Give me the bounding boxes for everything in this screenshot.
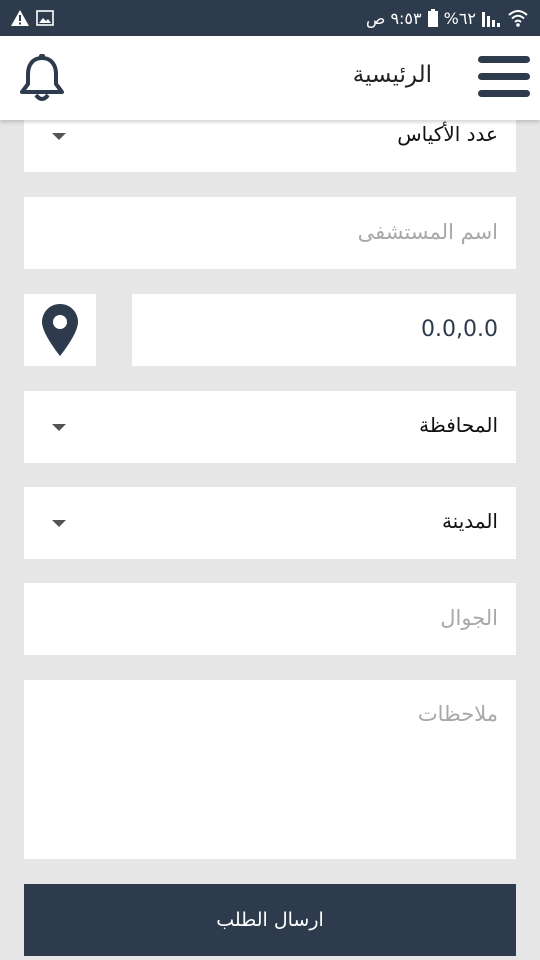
notes-placeholder: ملاحظات xyxy=(417,702,498,726)
image-icon xyxy=(36,10,54,26)
city-label: المدينة xyxy=(441,509,498,533)
status-right: ٩:٥٣ ص %٦٢ xyxy=(366,7,528,29)
clock-text: ٩:٥٣ ص xyxy=(366,8,422,28)
submit-order-button[interactable]: ارسال الطلب xyxy=(24,884,516,956)
status-bar: ٩:٥٣ ص %٦٢ xyxy=(0,0,540,36)
status-left xyxy=(10,7,54,29)
notes-textarea[interactable]: ملاحظات xyxy=(24,680,516,859)
governorate-label: المحافظة xyxy=(419,413,498,437)
chevron-down-icon xyxy=(52,133,66,140)
hospital-name-input[interactable]: اسم المستشفى xyxy=(24,197,516,269)
hamburger-menu-icon[interactable] xyxy=(476,54,534,100)
coordinates-value: 0.0,0.0 xyxy=(421,317,498,342)
bell-icon[interactable] xyxy=(18,54,66,104)
wifi-icon xyxy=(508,10,528,27)
city-dropdown[interactable]: المدينة xyxy=(24,487,516,559)
hospital-name-placeholder: اسم المستشفى xyxy=(357,220,498,244)
mobile-placeholder: الجوال xyxy=(440,606,498,630)
coordinates-field[interactable]: 0.0,0.0 xyxy=(132,294,516,366)
battery-text: %٦٢ xyxy=(443,8,476,28)
alert-icon xyxy=(11,10,29,26)
chevron-down-icon xyxy=(52,424,66,431)
app-bar: الرئيسية xyxy=(0,36,540,120)
signal-icon xyxy=(482,12,500,27)
page-title: الرئيسية xyxy=(352,62,432,88)
location-pin-button[interactable] xyxy=(24,294,96,366)
bags-count-label: عدد الأكياس xyxy=(397,122,498,146)
battery-icon xyxy=(427,9,438,27)
map-pin-icon xyxy=(42,304,78,356)
mobile-input[interactable]: الجوال xyxy=(24,583,516,655)
chevron-down-icon xyxy=(52,520,66,527)
governorate-dropdown[interactable]: المحافظة xyxy=(24,391,516,463)
